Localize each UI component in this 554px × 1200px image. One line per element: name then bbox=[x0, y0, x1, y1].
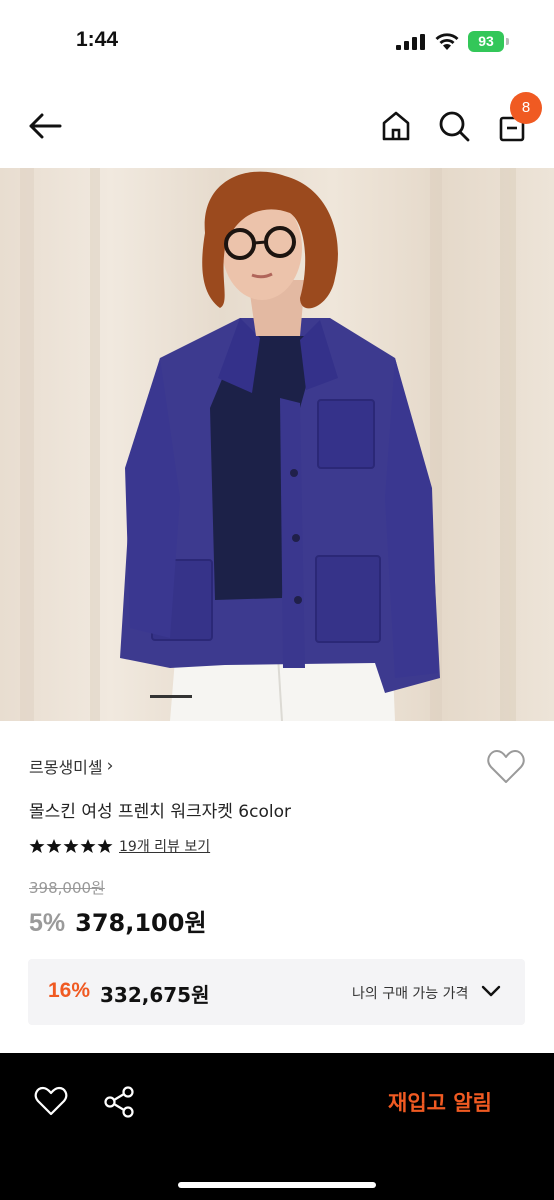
battery-level: 93 bbox=[468, 31, 504, 52]
battery-icon: 93 bbox=[468, 31, 510, 52]
restock-alert-button[interactable]: 재입고 알림 bbox=[360, 1083, 520, 1123]
heart-outline-icon[interactable] bbox=[34, 1085, 68, 1117]
heart-outline-icon[interactable] bbox=[486, 748, 526, 786]
home-indicator bbox=[178, 1182, 376, 1188]
status-bar: 1:44 93 bbox=[0, 0, 554, 84]
star-icon bbox=[97, 839, 113, 853]
cart-count-badge: 8 bbox=[510, 92, 542, 124]
my-discount-rate: 16% bbox=[48, 979, 91, 1002]
star-icon bbox=[63, 839, 79, 853]
brand-name: 르몽생미셸 bbox=[29, 758, 103, 777]
star-rating bbox=[29, 838, 113, 854]
share-icon[interactable] bbox=[102, 1085, 136, 1119]
bottom-action-bar: 재입고 알림 bbox=[0, 1053, 554, 1200]
my-price: 332,675원 bbox=[100, 983, 210, 1007]
status-time: 1:44 bbox=[76, 28, 119, 51]
search-icon[interactable] bbox=[434, 106, 474, 146]
nav-header bbox=[0, 84, 554, 168]
signal-icon bbox=[396, 34, 425, 50]
review-link[interactable]: 19개 리뷰 보기 bbox=[119, 836, 210, 856]
star-icon bbox=[29, 839, 45, 853]
price-row: 5% 378,100원 bbox=[29, 903, 207, 938]
brand-link[interactable]: 르몽생미셸 › bbox=[29, 754, 113, 778]
home-icon[interactable] bbox=[376, 106, 416, 146]
star-icon bbox=[46, 839, 62, 853]
chevron-down-icon bbox=[481, 985, 501, 997]
original-price: 398,000원 bbox=[29, 879, 105, 897]
chevron-right-icon: › bbox=[106, 756, 114, 776]
my-price-label: 나의 구매 가능 가격 bbox=[352, 986, 469, 1002]
product-name: 몰스킨 여성 프렌치 워크자켓 6color bbox=[29, 802, 291, 822]
star-icon bbox=[80, 839, 96, 853]
carousel-indicator bbox=[150, 695, 192, 698]
back-arrow-icon[interactable] bbox=[24, 106, 66, 146]
my-price-dropdown[interactable]: 16% 332,675원 나의 구매 가능 가격 bbox=[28, 959, 525, 1025]
discount-rate: 5% bbox=[29, 909, 66, 937]
rating-row: 19개 리뷰 보기 bbox=[29, 836, 210, 856]
sale-price: 378,100원 bbox=[75, 909, 207, 937]
wifi-icon bbox=[435, 33, 459, 50]
product-image[interactable] bbox=[0, 168, 554, 721]
product-photo bbox=[20, 168, 516, 721]
